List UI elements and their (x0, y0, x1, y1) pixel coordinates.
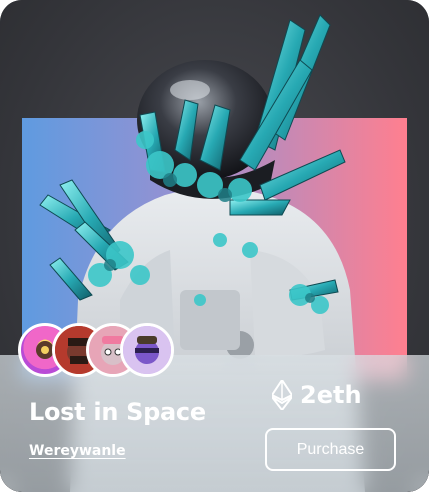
creator-link[interactable]: Wereywanle (29, 443, 126, 459)
nft-card[interactable]: Lost in Space Wereywanle 2eth Purchase (0, 0, 429, 492)
nft-title: Lost in Space (29, 398, 206, 426)
price-value: 2eth (300, 381, 362, 409)
ethereum-icon (272, 380, 292, 410)
owner-avatars (18, 323, 174, 383)
purchase-button[interactable]: Purchase (265, 428, 396, 471)
price: 2eth (272, 380, 362, 410)
avatar[interactable] (120, 323, 174, 377)
